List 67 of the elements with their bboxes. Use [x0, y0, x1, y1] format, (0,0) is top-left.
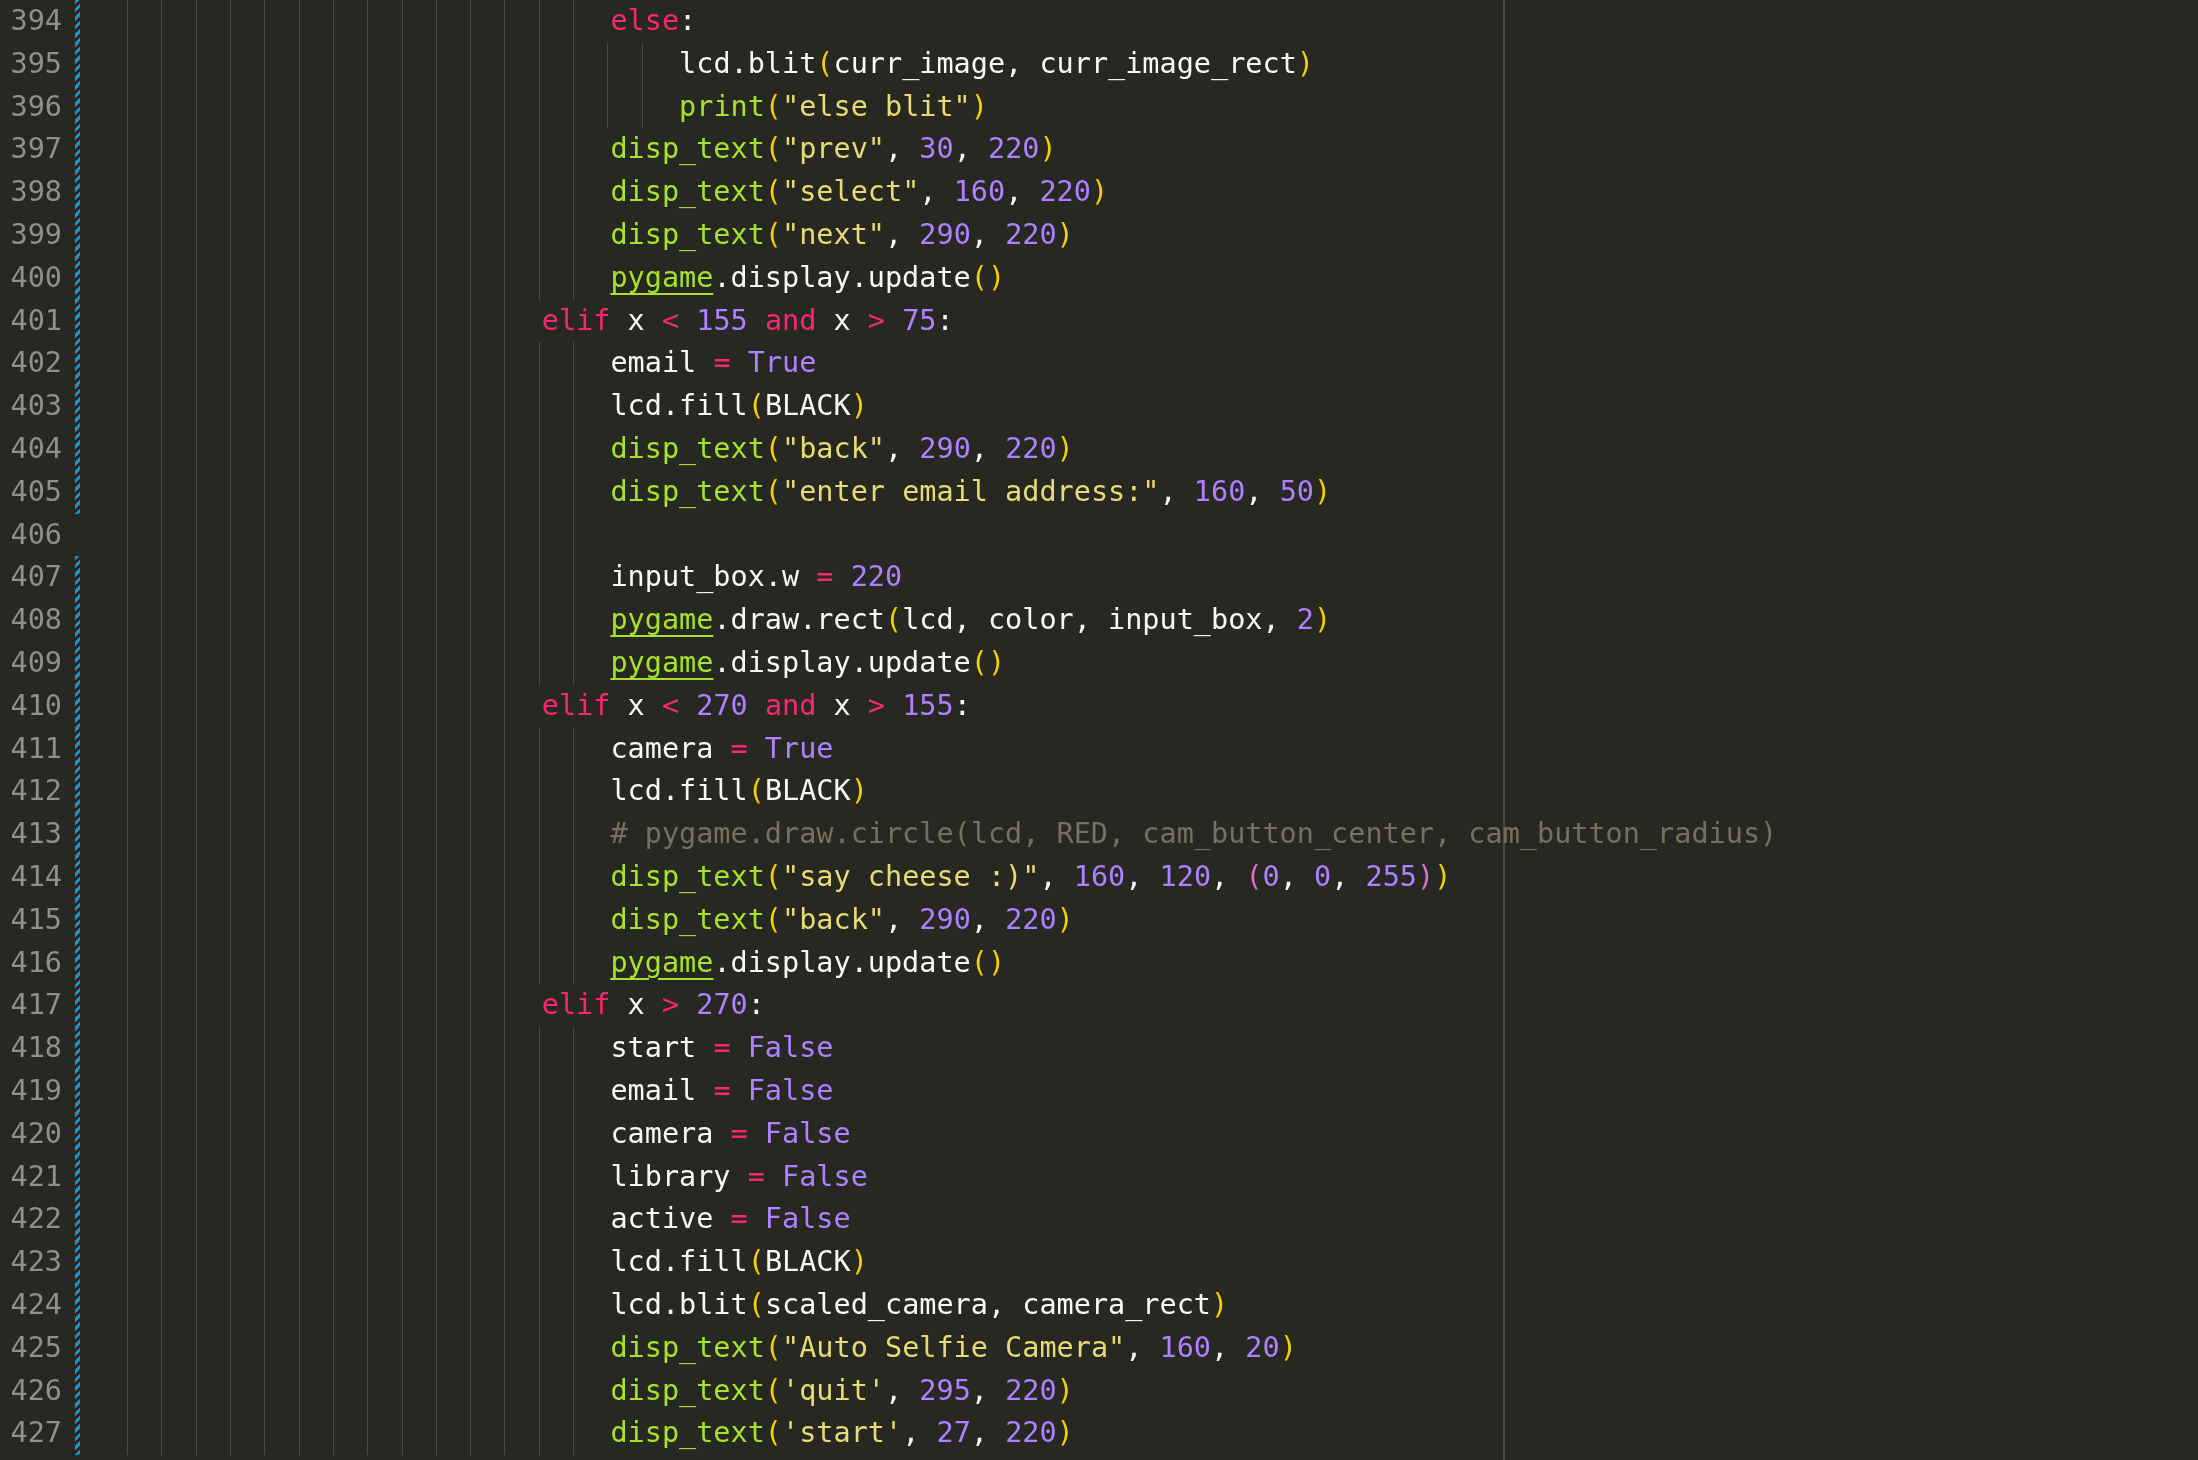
code-line: disp_text('quit', 295, 220)	[610, 1373, 1074, 1407]
line-number: 421	[9, 1158, 62, 1195]
code-line: elif x < 155 and x > 75:	[541, 303, 954, 337]
line-number: 413	[9, 816, 62, 853]
code-line: disp_text("select", 160, 220)	[610, 175, 1109, 209]
code-line: disp_text('start', 27, 220)	[610, 1416, 1074, 1450]
code-line: disp_text("prev", 30, 220)	[610, 132, 1057, 166]
line-number: 418	[9, 1030, 62, 1067]
line-number: 427	[9, 1415, 62, 1452]
line-number: 396	[9, 88, 62, 125]
code-line: else:	[610, 4, 697, 37]
line-number: 397	[9, 131, 62, 168]
line-number: 425	[9, 1329, 62, 1366]
line-number: 411	[9, 730, 62, 767]
code-line: lcd.fill(BLACK)	[610, 389, 868, 423]
code-line: active = False	[610, 1202, 851, 1236]
line-number: 420	[9, 1115, 62, 1152]
line-number: 403	[9, 388, 62, 425]
line-number: 407	[9, 559, 62, 596]
line-number: 419	[9, 1072, 62, 1109]
code-line: disp_text("back", 290, 220)	[610, 902, 1074, 936]
code-line: email = True	[610, 346, 817, 380]
code-line: disp_text("Auto Selfie Camera", 160, 20)	[610, 1330, 1297, 1364]
line-number: 399	[9, 217, 62, 253]
line-number: 422	[9, 1201, 62, 1238]
line-number: 416	[9, 944, 62, 981]
line-number: 398	[9, 174, 62, 211]
line-number: 410	[9, 687, 62, 724]
code-line: disp_text("back", 290, 220)	[610, 431, 1074, 465]
line-number: 424	[9, 1286, 62, 1323]
code-line: library = False	[610, 1159, 868, 1193]
code-line: # pygame.draw.circle(lcd, RED, cam_button_center, cam_button_radius)	[610, 817, 1778, 851]
line-number: 414	[9, 858, 62, 895]
code-line: camera = False	[610, 1116, 851, 1150]
line-number: 405	[9, 473, 62, 510]
line-number: 408	[9, 602, 62, 639]
line-number: 395	[9, 45, 62, 82]
code-line: lcd.fill(BLACK)	[610, 1245, 868, 1279]
code-line: lcd.fill(BLACK)	[610, 774, 868, 808]
code-line: input_box.w = 220	[610, 560, 903, 594]
code-line: email = False	[610, 1073, 834, 1107]
code-line: disp_text("next", 290, 220)	[610, 218, 1074, 251]
code-line: lcd.blit(scaled_camera, camera_rect)	[610, 1287, 1229, 1321]
line-number: 417	[9, 987, 62, 1024]
line-number: 423	[9, 1244, 62, 1281]
line-number: 402	[9, 345, 62, 382]
code-line: camera = True	[610, 731, 834, 765]
code-line: pygame.display.update()	[610, 260, 1006, 294]
line-number: 400	[9, 259, 62, 296]
code-line: pygame.display.update()	[610, 945, 1006, 979]
code-line: print("else blit")	[679, 89, 988, 123]
line-number: 426	[9, 1372, 62, 1409]
line-number: 415	[9, 901, 62, 938]
code-line: pygame.draw.rect(lcd, color, input_box, 2)	[610, 603, 1332, 637]
code-line: start = False	[610, 1031, 834, 1065]
code-line: elif x < 270 and x > 155:	[541, 688, 971, 722]
line-number: 409	[9, 644, 62, 681]
line-number: 404	[9, 430, 62, 467]
code-line: elif x > 270:	[541, 988, 765, 1022]
code-line: disp_text("enter email address:", 160, 50)	[610, 474, 1332, 508]
line-number: 394	[9, 3, 62, 39]
code-line: pygame.display.update()	[610, 645, 1006, 679]
line-number: 412	[9, 773, 62, 810]
code-line: lcd.blit(curr_image, curr_image_rect)	[679, 46, 1314, 80]
code-line: disp_text("say cheese :)", 160, 120, (0, 0, 255))	[610, 859, 1452, 893]
line-number: 401	[9, 302, 62, 339]
line-number: 406	[9, 516, 62, 553]
